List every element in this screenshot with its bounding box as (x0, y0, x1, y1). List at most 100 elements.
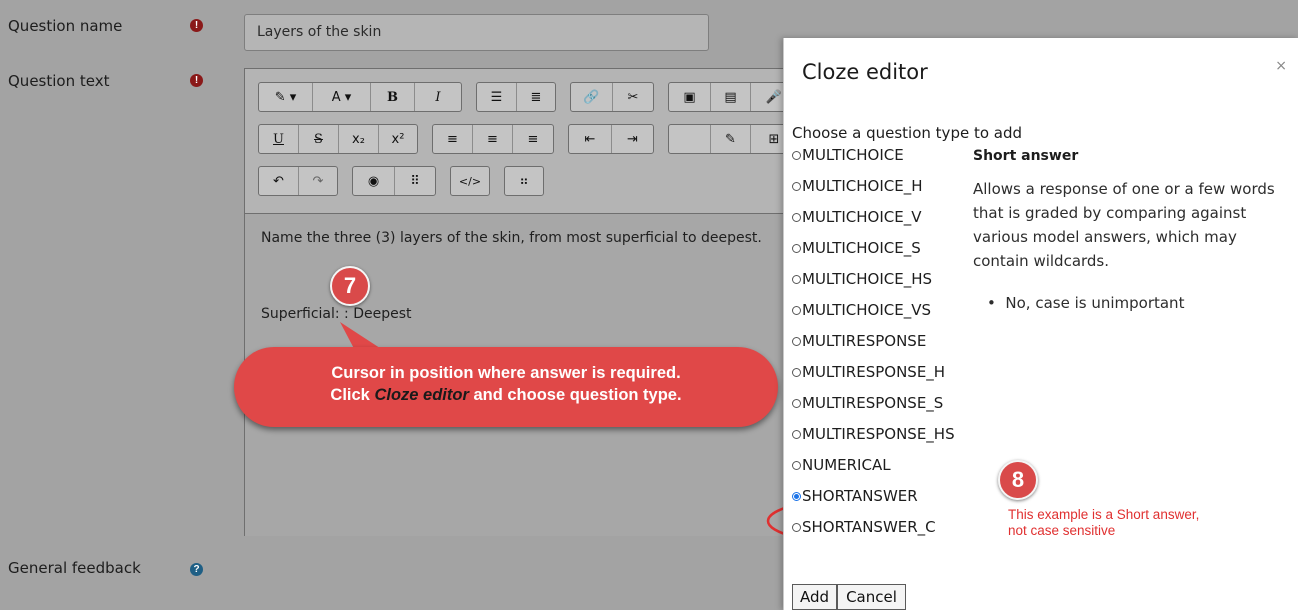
align-left-button[interactable]: ≡ (433, 125, 473, 153)
outdent-button[interactable]: ⇤ (569, 125, 612, 153)
option-multichoice-v[interactable]: MULTICHOICE_V (792, 208, 922, 226)
cancel-button[interactable]: Cancel (837, 584, 906, 610)
option-multichoice-vs[interactable]: MULTICHOICE_VS (792, 301, 931, 319)
option-label: MULTICHOICE_S (802, 239, 921, 257)
underline-button[interactable]: U (259, 125, 299, 153)
unlink-button[interactable]: ✂ (613, 83, 653, 111)
toolbar-group-align: ≡ ≡ ≡ (432, 124, 554, 154)
numbered-list-button[interactable]: ≣ (517, 83, 555, 111)
bold-button[interactable]: B (371, 83, 415, 111)
align-right-button[interactable]: ≡ (513, 125, 553, 153)
style-dropdown-button[interactable]: ✎ ▾ (259, 83, 313, 111)
align-right-icon: ≡ (527, 131, 539, 147)
code-icon: </> (458, 174, 482, 188)
radio-icon[interactable] (792, 336, 801, 346)
question-type-prompt: Choose a question type to add (792, 124, 1023, 142)
microphone-icon: 🎤 (765, 89, 783, 105)
radio-icon[interactable] (792, 460, 801, 470)
equation-button[interactable] (669, 125, 711, 153)
option-label: MULTICHOICE_V (802, 208, 922, 226)
toolbar-row-2: U S x₂ x² ≡ ≡ ≡ ⇤ ⇥ ✎ ⊞ (258, 124, 798, 154)
question-text-label: Question text (8, 72, 110, 90)
option-multiresponse-hs[interactable]: MULTIRESPONSE_HS (792, 425, 955, 443)
callout-line-2: Click Cloze editor and choose question t… (234, 386, 778, 405)
radio-icon[interactable] (792, 212, 801, 222)
option-multichoice-hs[interactable]: MULTICHOICE_HS (792, 270, 932, 288)
option-label: MULTICHOICE_H (802, 177, 923, 195)
option-label: MULTIRESPONSE (802, 332, 927, 350)
undo-button[interactable]: ↶ (259, 167, 299, 195)
numbered-list-icon: ≣ (530, 89, 542, 105)
font-dropdown-button[interactable]: A ▾ (313, 83, 371, 111)
align-center-button[interactable]: ≡ (473, 125, 513, 153)
accessibility-icon: ◉ (367, 173, 380, 189)
link-button[interactable]: 🔗 (571, 83, 613, 111)
paintbrush-icon: ✎ ▾ (274, 89, 297, 105)
edit-button[interactable]: ✎ (711, 125, 751, 153)
callout-text: Click (330, 386, 375, 404)
radio-icon[interactable] (792, 522, 801, 532)
type-description-title: Short answer (973, 148, 1079, 164)
strikethrough-button[interactable]: S (299, 125, 339, 153)
italic-button[interactable]: I (415, 83, 461, 111)
option-label: MULTIRESPONSE_S (802, 394, 944, 412)
bullet-list-icon: ☰ (490, 89, 503, 105)
note-line-1: This example is a Short answer, (1008, 507, 1200, 522)
subscript-button[interactable]: x₂ (339, 125, 379, 153)
html-button[interactable]: </> (451, 167, 489, 195)
case-note-text: No, case is unimportant (1005, 294, 1185, 312)
type-description: Allows a response of one or a few words … (973, 180, 1275, 270)
toolbar-group-lists: ☰ ≣ (476, 82, 556, 112)
indent-button[interactable]: ⇥ (612, 125, 653, 153)
dialog-title: Cloze editor (802, 60, 928, 84)
question-name-input[interactable]: Layers of the skin (244, 14, 709, 51)
radio-icon[interactable] (792, 398, 801, 408)
pencil-icon: ✎ (725, 131, 736, 147)
screenreader-helper-button[interactable]: ⠿ (395, 167, 435, 195)
superscript-button[interactable]: x² (379, 125, 417, 153)
radio-icon[interactable] (792, 274, 801, 284)
option-multiresponse-h[interactable]: MULTIRESPONSE_H (792, 363, 945, 381)
accessibility-checker-button[interactable]: ◉ (353, 167, 395, 195)
option-multichoice-s[interactable]: MULTICHOICE_S (792, 239, 921, 257)
toolbar-row-3: ↶ ↷ ◉ ⠿ </> ⠶ (258, 166, 798, 196)
radio-icon[interactable] (792, 367, 801, 377)
answer-line: Superficial: : Deepest (261, 306, 412, 322)
redo-button[interactable]: ↷ (299, 167, 337, 195)
required-icon: ! (190, 19, 203, 32)
close-icon[interactable]: × (1275, 58, 1287, 74)
callout-text: and choose question type. (468, 386, 682, 404)
outdent-icon: ⇤ (584, 131, 596, 147)
align-left-icon: ≡ (447, 131, 458, 147)
add-button[interactable]: Add (792, 584, 837, 610)
option-shortanswer[interactable]: SHORTANSWER (792, 487, 918, 505)
bullet-list-button[interactable]: ☰ (477, 83, 517, 111)
radio-icon[interactable] (792, 150, 801, 160)
media-button[interactable]: ▤ (711, 83, 751, 111)
callout-line-1: Cursor in position where answer is requi… (331, 364, 681, 382)
radio-icon[interactable] (792, 305, 801, 315)
option-label: MULTICHOICE_HS (802, 270, 933, 288)
image-button[interactable]: ▣ (669, 83, 711, 111)
option-multichoice-h[interactable]: MULTICHOICE_H (792, 177, 923, 195)
option-numerical[interactable]: NUMERICAL (792, 456, 891, 474)
radio-icon[interactable] (792, 243, 801, 253)
option-multiresponse[interactable]: MULTIRESPONSE (792, 332, 926, 350)
radio-selected-icon[interactable] (792, 491, 801, 501)
option-multichoice[interactable]: MULTICHOICE (792, 146, 904, 164)
toolbar-group-text-effects: U S x₂ x² (258, 124, 418, 154)
step-8-badge: 8 (998, 460, 1038, 500)
toolbar-group-media: ▣ ▤ 🎤 (668, 82, 798, 112)
radio-icon[interactable] (792, 181, 801, 191)
option-multiresponse-s[interactable]: MULTIRESPONSE_S (792, 394, 943, 412)
redo-icon: ↷ (312, 173, 324, 189)
option-label: MULTIRESPONSE_H (802, 363, 946, 381)
cloze-editor-button[interactable]: ⠶ (505, 167, 543, 195)
toolbar-group-html: </> (450, 166, 490, 196)
case-note: • No, case is unimportant (987, 294, 1185, 312)
question-name-label: Question name (8, 17, 123, 35)
option-shortanswer-c[interactable]: SHORTANSWER_C (792, 518, 936, 536)
toolbar-group-format: ✎ ▾ A ▾ B I (258, 82, 462, 112)
radio-icon[interactable] (792, 429, 801, 439)
question-text-line: Name the three (3) layers of the skin, f… (261, 230, 762, 246)
